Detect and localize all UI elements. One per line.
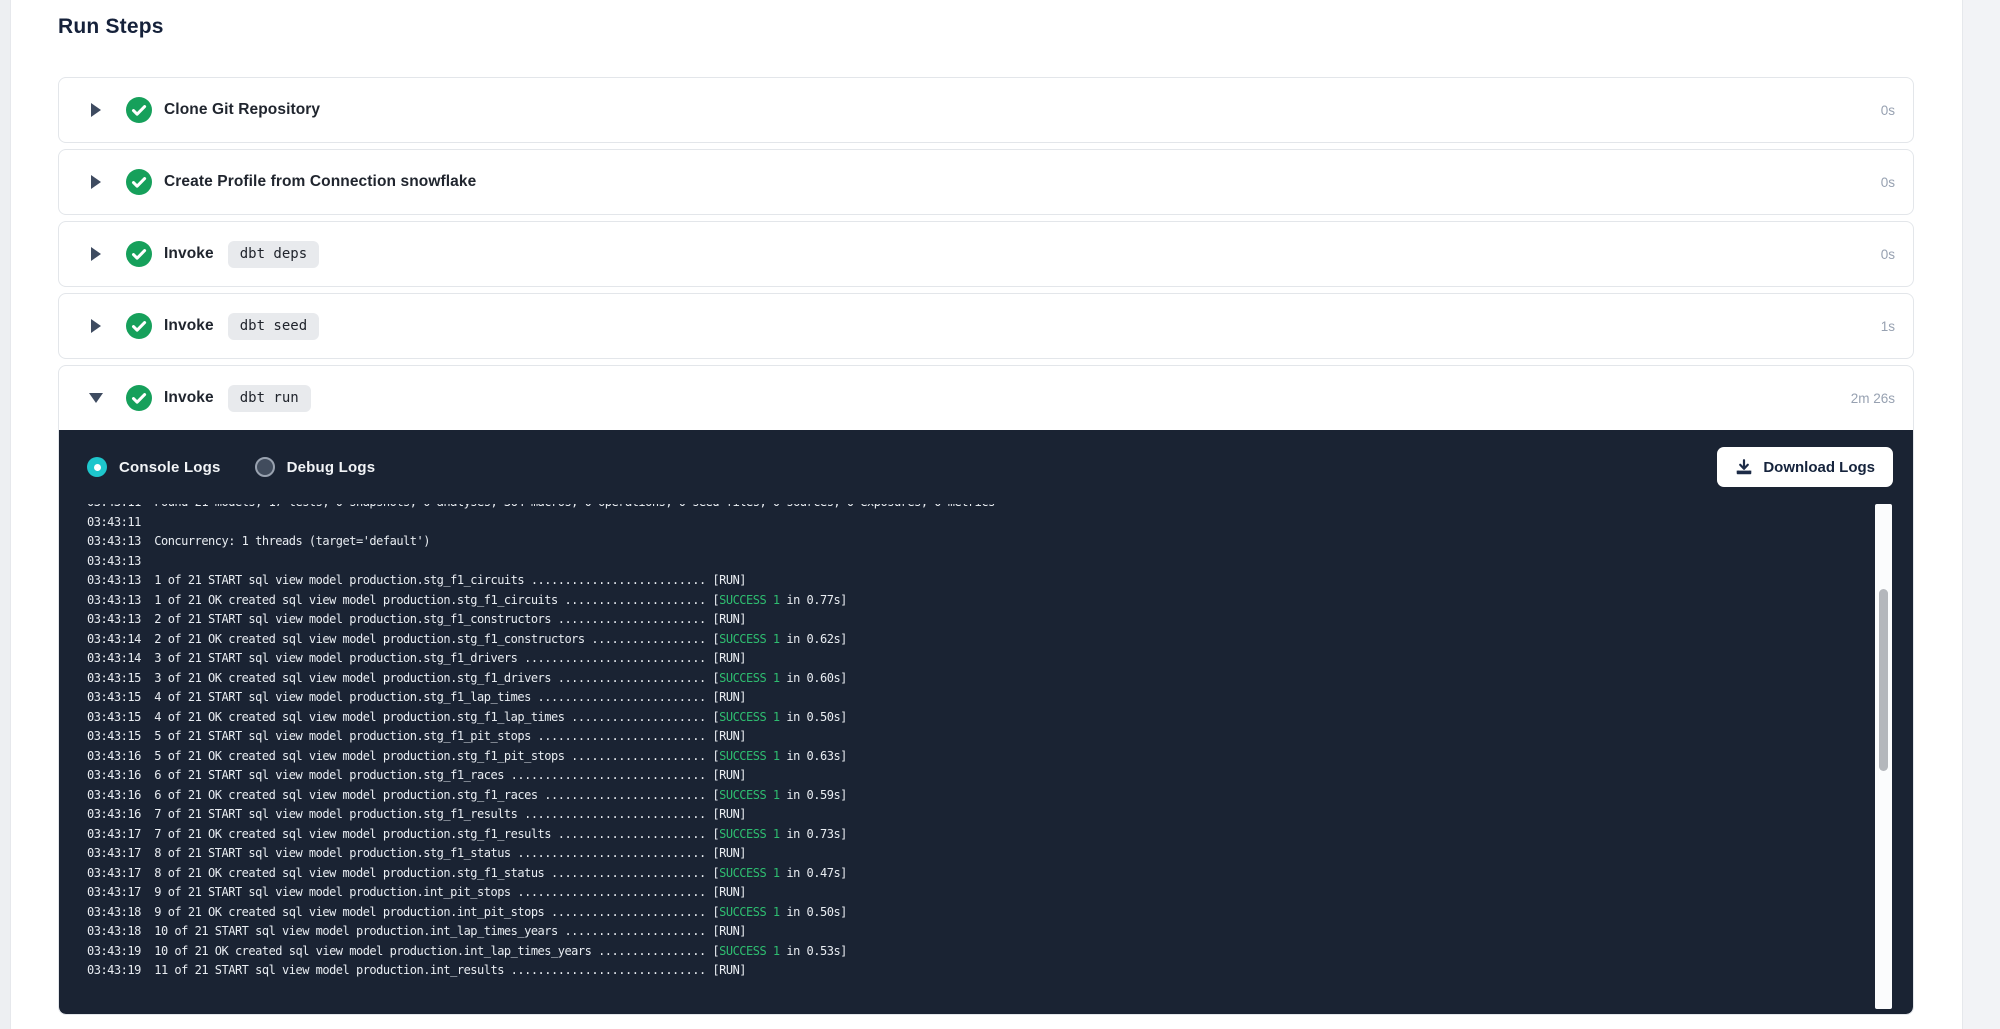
console-scrollbar-thumb[interactable] [1879,589,1888,771]
log-line: 03:43:18 10 of 21 START sql view model p… [87,922,1869,942]
success-check-icon [126,169,152,195]
caret-right-icon[interactable] [89,175,103,189]
step-duration: 0s [1881,247,1895,262]
log-line: 03:43:14 3 of 21 START sql view model pr… [87,649,1869,669]
log-line: 03:43:16 6 of 21 START sql view model pr… [87,766,1869,786]
log-line: 03:43:16 5 of 21 OK created sql view mod… [87,747,1869,767]
main-panel: Run Steps Clone Git Repository 0s [10,0,1963,1029]
step-duration: 1s [1881,319,1895,334]
run-step-invoke-dbt-deps[interactable]: Invoke dbt deps 0s [58,221,1914,287]
console-log-output: 03:43:11 Found 21 models, 17 tests, 0 sn… [87,504,1869,1001]
log-line: 03:43:19 10 of 21 OK created sql view mo… [87,942,1869,962]
log-line: 03:43:13 Concurrency: 1 threads (target=… [87,532,1869,552]
log-line: 03:43:15 5 of 21 START sql view model pr… [87,727,1869,747]
step-label: Clone Git Repository [164,101,320,119]
log-line: 03:43:17 8 of 21 OK created sql view mod… [87,864,1869,884]
success-check-icon [126,97,152,123]
radio-unselected-icon[interactable] [255,457,275,477]
caret-right-icon[interactable] [89,103,103,117]
step-label: Invoke [164,317,214,335]
page-left-gutter [0,0,10,1029]
caret-right-icon[interactable] [89,319,103,333]
run-step-clone-git-repository[interactable]: Clone Git Repository 0s [58,77,1914,143]
log-line: 03:43:17 8 of 21 START sql view model pr… [87,844,1869,864]
download-logs-label: Download Logs [1763,459,1875,476]
log-line: 03:43:15 4 of 21 OK created sql view mod… [87,708,1869,728]
log-line: 03:43:15 3 of 21 OK created sql view mod… [87,669,1869,689]
step-label: Invoke [164,245,214,263]
log-line: 03:43:16 6 of 21 OK created sql view mod… [87,786,1869,806]
step-duration: 2m 26s [1851,391,1895,406]
step-label: Invoke [164,389,214,407]
command-chip: dbt run [228,385,311,412]
run-step-invoke-dbt-seed[interactable]: Invoke dbt seed 1s [58,293,1914,359]
caret-down-icon[interactable] [89,393,103,404]
page-right-gutter [1963,0,2000,1029]
success-check-icon [126,385,152,411]
caret-right-icon[interactable] [89,247,103,261]
console-panel: Console Logs Debug Logs Download Logs 03… [59,430,1913,1014]
log-line: 03:43:17 9 of 21 START sql view model pr… [87,883,1869,903]
radio-selected-icon[interactable] [87,457,107,477]
console-scrollbar-track[interactable] [1875,504,1892,1009]
log-line: 03:43:17 7 of 21 OK created sql view mod… [87,825,1869,845]
command-chip: dbt seed [228,313,319,340]
step-label: Create Profile from Connection snowflake [164,173,476,191]
command-chip: dbt deps [228,241,319,268]
download-icon [1735,458,1753,476]
log-line: 03:43:18 9 of 21 OK created sql view mod… [87,903,1869,923]
log-line: 03:43:13 1 of 21 START sql view model pr… [87,571,1869,591]
log-line: 03:43:11 [87,513,1869,533]
run-step-create-profile[interactable]: Create Profile from Connection snowflake… [58,149,1914,215]
log-line: 03:43:13 2 of 21 START sql view model pr… [87,610,1869,630]
debug-logs-label[interactable]: Debug Logs [287,459,376,476]
log-line: 03:43:11 Found 21 models, 17 tests, 0 sn… [87,504,1869,513]
log-line: 03:43:16 7 of 21 START sql view model pr… [87,805,1869,825]
download-logs-button[interactable]: Download Logs [1717,447,1893,487]
debug-logs-radio[interactable]: Debug Logs [255,457,376,477]
log-line: 03:43:15 4 of 21 START sql view model pr… [87,688,1869,708]
log-line: 03:43:13 [87,552,1869,572]
step-duration: 0s [1881,103,1895,118]
log-line: 03:43:14 2 of 21 OK created sql view mod… [87,630,1869,650]
page-title: Run Steps [58,14,1914,39]
success-check-icon [126,313,152,339]
log-line: 03:43:13 1 of 21 OK created sql view mod… [87,591,1869,611]
console-logs-label[interactable]: Console Logs [119,459,221,476]
step-duration: 0s [1881,175,1895,190]
success-check-icon [126,241,152,267]
log-line: 03:43:19 11 of 21 START sql view model p… [87,961,1869,981]
run-step-invoke-dbt-run[interactable]: Invoke dbt run 2m 26s Console Logs Debug… [58,365,1914,1015]
step-header[interactable]: Invoke dbt run 2m 26s [59,366,1913,430]
console-logs-radio[interactable]: Console Logs [87,457,221,477]
